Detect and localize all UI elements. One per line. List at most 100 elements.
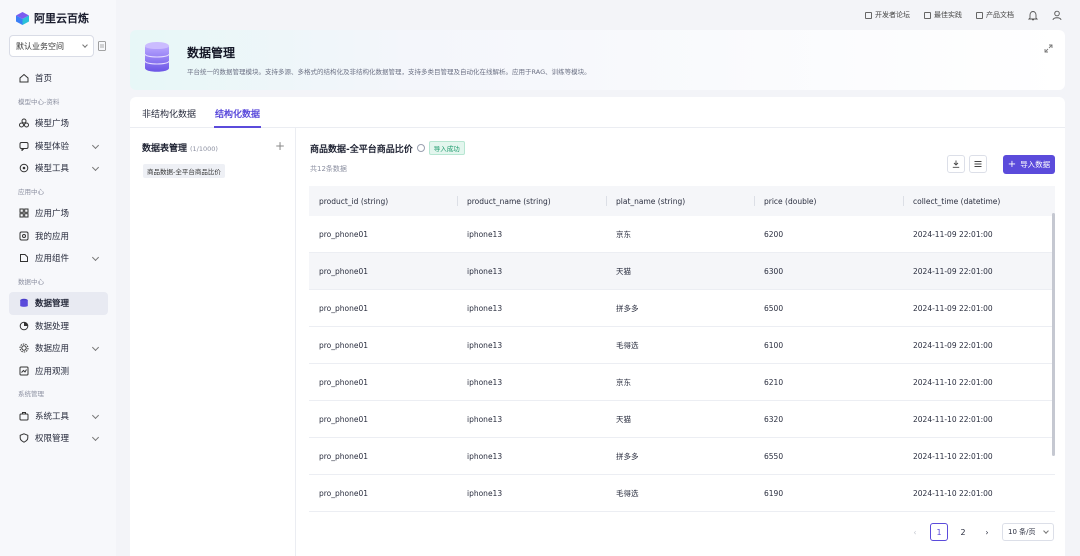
sidebar-item-model-square[interactable]: 模型广场	[9, 112, 108, 135]
table-cell: iphone13	[467, 451, 503, 461]
sidebar-item-permission-management[interactable]: 权限管理	[9, 427, 108, 450]
table-cell: pro_phone01	[319, 266, 369, 276]
table-cell: 6190	[764, 488, 784, 498]
best-practice-link[interactable]: 最佳实践	[924, 10, 962, 20]
developer-forum-link[interactable]: 开发者论坛	[865, 10, 910, 20]
cubes-icon	[19, 118, 29, 128]
status-badge: 导入成功	[428, 141, 465, 155]
info-icon[interactable]	[416, 144, 425, 152]
next-page-button[interactable]: ›	[978, 523, 996, 541]
table-cell: 6320	[764, 414, 784, 424]
workspace-label: 默认业务空间	[16, 41, 64, 51]
table-row[interactable]: pro_phone01 iphone13 拼多多 6500 2024-11-09 22:…	[309, 290, 1055, 327]
sidebar-item-label: 模型体验	[35, 141, 70, 152]
table-row[interactable]: pro_phone01 iphone13 天猫 6320 2024-11-10 22:0…	[309, 401, 1055, 438]
table-row[interactable]: pro_phone01 iphone13 京东 6200 2024-11-09 22:0…	[309, 216, 1055, 253]
table-cell: 2024-11-10 22:01:00	[913, 451, 993, 461]
table-cell: 2024-11-10 22:01:00	[913, 377, 993, 387]
table-cell: pro_phone01	[319, 303, 369, 313]
tab-unstructured-data[interactable]: 非结构化数据	[142, 107, 196, 120]
sidebar-item-label: 首页	[35, 74, 53, 85]
sidebar-item-system-tools[interactable]: 系统工具	[9, 405, 108, 428]
sidebar-item-home[interactable]: 首页	[9, 67, 108, 90]
table-cell: 6300	[764, 266, 784, 276]
sidebar-item-data-management[interactable]: 数据管理	[9, 292, 108, 315]
table-row[interactable]: pro_phone01 iphone13 天猫 6300 2024-11-09 22:0…	[309, 253, 1055, 290]
sidebar-item-label: 数据处理	[35, 321, 70, 332]
table-cell: pro_phone01	[319, 340, 369, 350]
page-number-button[interactable]: 2	[954, 523, 972, 541]
table-cell: 2024-11-09 22:01:00	[913, 266, 993, 276]
sidebar-item-label: 数据应用	[35, 344, 70, 355]
table-cell: iphone13	[467, 266, 503, 276]
expand-icon[interactable]	[1044, 44, 1053, 53]
user-avatar-icon[interactable]	[1052, 10, 1062, 21]
product-docs-link[interactable]: 产品文档	[976, 10, 1014, 20]
sidebar-item-model-experience[interactable]: 模型体验	[9, 135, 108, 158]
table-cell: 2024-11-10 22:01:00	[913, 414, 993, 424]
chevron-down-icon	[91, 343, 100, 352]
sidebar-item-app-observation[interactable]: 应用观测	[9, 360, 108, 383]
practice-icon	[924, 11, 931, 19]
app-box-icon	[19, 231, 29, 241]
table-row[interactable]: pro_phone01 iphone13 京东 6210 2024-11-10 22:0…	[309, 364, 1055, 401]
page-number-button[interactable]: 1	[930, 523, 948, 541]
sidebar-item-app-components[interactable]: 应用组件	[9, 247, 108, 270]
sidebar-item-app-square[interactable]: 应用广场	[9, 202, 108, 225]
table-cell: 2024-11-09 22:01:00	[913, 340, 993, 350]
workspace-select[interactable]: 默认业务空间	[9, 35, 94, 57]
table-list-title: 数据表管理 (1/1000)	[142, 141, 218, 154]
sidebar-item-data-processing[interactable]: 数据处理	[9, 315, 108, 338]
sidebar-item-label: 数据管理	[35, 299, 70, 310]
table-list-item[interactable]: 商品数据-全平台商品比价	[143, 164, 225, 178]
table-cell: pro_phone01	[319, 488, 369, 498]
table-cell: pro_phone01	[319, 229, 369, 239]
prev-page-button[interactable]: ‹	[906, 523, 924, 541]
tab-structured-data[interactable]: 结构化数据	[215, 107, 260, 120]
sidebar-item-my-apps[interactable]: 我的应用	[9, 225, 108, 248]
database-stack-icon	[144, 42, 170, 72]
table-row[interactable]: pro_phone01 iphone13 拼多多 6550 2024-11-10 22:…	[309, 438, 1055, 475]
bell-icon[interactable]	[1028, 10, 1038, 21]
tool-icon	[19, 163, 29, 173]
table-row[interactable]: pro_phone01 iphone13 毛得选 6100 2024-11-09 22:…	[309, 327, 1055, 364]
import-data-button[interactable]: + 导入数据	[1003, 155, 1055, 174]
process-icon	[19, 321, 29, 331]
page-description: 平台统一的数据管理模块。支持多源、多格式的结构化及非结构化数据管理，支持多类目管…	[187, 68, 591, 76]
docs-icon	[976, 11, 983, 19]
sidebar-item-model-tools[interactable]: 模型工具	[9, 157, 108, 180]
table-scrollbar[interactable]	[1052, 213, 1055, 456]
column-header: product_name (string)	[457, 186, 606, 216]
document-icon[interactable]	[98, 41, 106, 51]
table-cell: 天猫	[616, 266, 631, 276]
table-detail-panel: 商品数据-全平台商品比价 导入成功 共12条数据 + 导入数据 product_…	[296, 128, 1065, 556]
table-list-title-text: 数据表管理	[142, 144, 188, 154]
table-cell: 毛得选	[616, 488, 639, 498]
table-row[interactable]: pro_phone01 iphone13 毛得选 6190 2024-11-10 22:…	[309, 475, 1055, 512]
table-cell: 2024-11-09 22:01:00	[913, 303, 993, 313]
best-practice-label: 最佳实践	[934, 11, 962, 19]
column-header: price (double)	[754, 186, 903, 216]
toolbox-icon	[19, 411, 29, 421]
plus-icon: +	[1007, 158, 1017, 170]
table-cell: 拼多多	[616, 303, 639, 313]
page-size-select[interactable]: 10 条/页	[1002, 523, 1054, 541]
table-title-row: 商品数据-全平台商品比价 导入成功	[310, 141, 465, 155]
shield-icon	[19, 433, 29, 444]
app-logo[interactable]: 阿里云百炼	[16, 10, 89, 26]
download-button[interactable]	[947, 155, 965, 173]
column-header: product_id (string)	[319, 196, 389, 206]
sidebar-item-data-application[interactable]: 数据应用	[9, 337, 108, 360]
table-cell: iphone13	[467, 414, 503, 424]
list-view-button[interactable]	[969, 155, 987, 173]
sidebar-item-label: 权限管理	[35, 434, 70, 445]
table-cell: 6210	[764, 377, 784, 387]
sidebar-nav: 首页 模型中心-资料 模型广场 模型体验 模型工具 应用中心 应用广场 我的应用	[9, 67, 108, 450]
table-cell: 2024-11-10 22:01:00	[913, 488, 993, 498]
chevron-down-icon	[82, 42, 88, 48]
table-cell: 6100	[764, 340, 784, 350]
page-size-label: 10 条/页	[1008, 528, 1036, 536]
pagination: ‹ 1 2 › 10 条/页	[906, 523, 1054, 541]
add-table-button[interactable]: +	[275, 139, 285, 153]
chevron-down-icon	[91, 253, 100, 262]
